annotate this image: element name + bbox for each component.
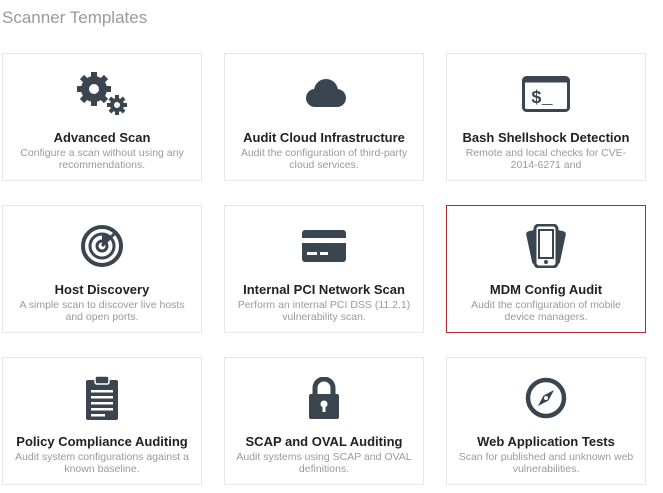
template-card-audit-cloud-infrastructure[interactable]: Audit Cloud Infrastructure Audit the con… [224,53,424,181]
card-description: Audit systems using SCAP and OVAL defini… [236,451,412,475]
credit-card-icon [225,224,423,268]
card-description: Configure a scan without using any recom… [20,147,184,171]
template-card-mdm-config-audit[interactable]: MDM Config Audit Audit the configuration… [446,205,646,333]
card-description: Audit the configuration of third-party c… [240,147,408,171]
radar-icon [3,224,201,268]
template-card-advanced-scan[interactable]: Advanced Scan Configure a scan without u… [2,53,202,181]
svg-text:$_: $_ [531,89,553,109]
card-description: Perform an internal PCI DSS (11.2.1) vul… [237,299,411,323]
terminal-icon: $_ [447,72,645,116]
cloud-icon [225,72,423,116]
template-card-bash-shellshock-detection[interactable]: $_ Bash Shellshock Detection Remote and … [446,53,646,181]
card-title: SCAP and OVAL Auditing [245,434,403,449]
template-card-web-application-tests[interactable]: Web Application Tests Scan for published… [446,357,646,485]
gears-icon [3,72,201,116]
card-description: Audit system configurations against a kn… [15,451,189,475]
card-title: Internal PCI Network Scan [243,282,405,297]
template-card-internal-pci-network-scan[interactable]: Internal PCI Network Scan Perform an int… [224,205,424,333]
card-title: Audit Cloud Infrastructure [243,130,405,145]
template-card-scap-and-oval-auditing[interactable]: SCAP and OVAL Auditing Audit systems usi… [224,357,424,485]
page-title: Scanner Templates [2,8,148,27]
card-title: Host Discovery [54,282,150,297]
lock-icon [225,376,423,420]
template-card-policy-compliance-auditing[interactable]: Policy Compliance Auditing Audit system … [2,357,202,485]
card-description: Scan for published and unknown web vulne… [458,451,634,475]
compass-icon [447,376,645,420]
card-description: Audit the configuration of mobile device… [470,299,621,323]
card-title: Advanced Scan [53,130,151,145]
card-title: Policy Compliance Auditing [16,434,188,449]
template-card-host-discovery[interactable]: Host Discovery A simple scan to discover… [2,205,202,333]
card-description: A simple scan to discover live hosts and… [19,299,185,323]
card-title: MDM Config Audit [489,282,603,297]
card-title: Web Application Tests [477,434,615,449]
card-description: Remote and local checks for CVE-2014-627… [465,147,627,171]
clipboard-icon [3,376,201,420]
card-title: Bash Shellshock Detection [462,130,630,145]
mobile-devices-icon [447,224,645,268]
